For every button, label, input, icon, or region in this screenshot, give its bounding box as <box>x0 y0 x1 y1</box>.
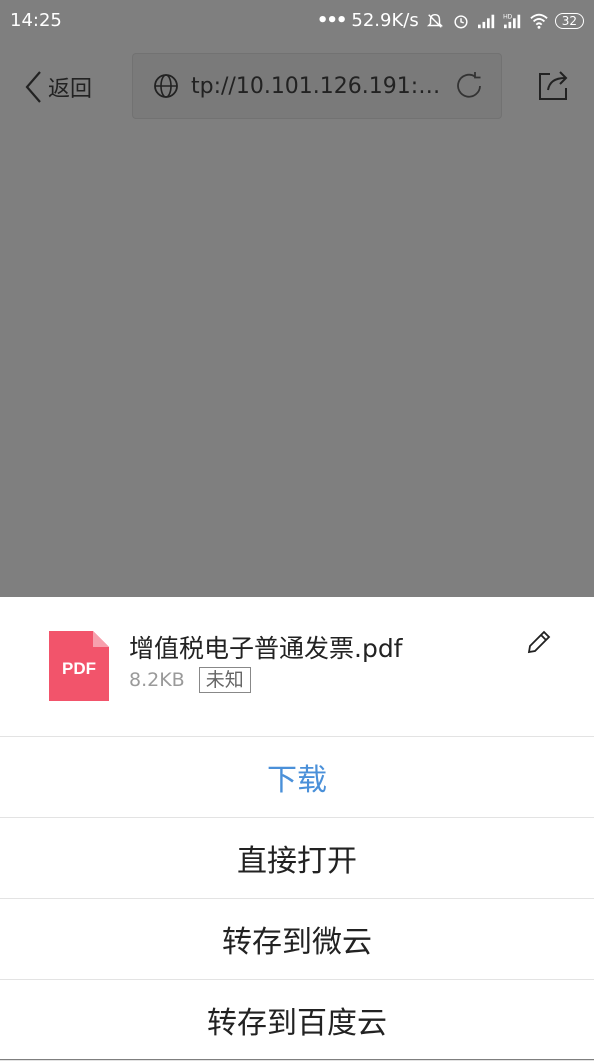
file-action-sheet: PDF 增值税电子普通发票.pdf 8.2KB 未知 下载 直接打开 转存到微云… <box>0 597 594 1061</box>
status-time: 14:25 <box>10 10 62 31</box>
status-bar: 14:25 ••• 52.9K/s HD 32 <box>0 0 594 40</box>
pencil-edit-icon[interactable] <box>526 629 552 655</box>
file-name: 增值税电子普通发票.pdf <box>129 634 403 663</box>
globe-icon <box>154 74 178 98</box>
file-size: 8.2KB <box>129 669 185 691</box>
mute-bell-icon <box>426 13 443 28</box>
url-text: tp://10.101.126.191:1... <box>191 73 441 99</box>
file-meta: 8.2KB 未知 <box>129 667 251 693</box>
chevron-left-icon <box>25 71 41 103</box>
wifi-icon <box>530 13 548 29</box>
share-icon[interactable] <box>536 68 570 102</box>
signal-icon <box>477 14 494 28</box>
more-dots: ••• <box>316 10 347 31</box>
url-bar[interactable]: tp://10.101.126.191:1... <box>132 53 502 119</box>
open-directly-button[interactable]: 直接打开 <box>0 818 594 899</box>
back-label: 返回 <box>48 77 93 102</box>
browser-nav-bar: 返回 tp://10.101.126.191:1... <box>0 40 594 132</box>
file-type-tag: 未知 <box>198 667 251 693</box>
svg-text:HD: HD <box>503 13 513 20</box>
save-to-weiyun-button[interactable]: 转存到微云 <box>0 899 594 980</box>
download-button[interactable]: 下载 <box>0 737 594 818</box>
alarm-icon <box>454 14 468 28</box>
file-info: PDF 增值税电子普通发票.pdf 8.2KB 未知 <box>0 597 594 737</box>
hd-signal-icon: HD <box>503 13 520 28</box>
network-speed: 52.9K/s <box>351 10 419 31</box>
refresh-icon[interactable] <box>453 70 485 102</box>
pdf-icon-label: PDF <box>62 659 96 678</box>
back-button[interactable]: 返回 <box>24 70 92 104</box>
pdf-file-icon: PDF <box>49 631 109 701</box>
battery-level: 32 <box>554 12 584 29</box>
save-to-baidu-cloud-button[interactable]: 转存到百度云 <box>0 980 594 1061</box>
status-icons: ••• 52.9K/s HD 32 <box>317 10 584 31</box>
